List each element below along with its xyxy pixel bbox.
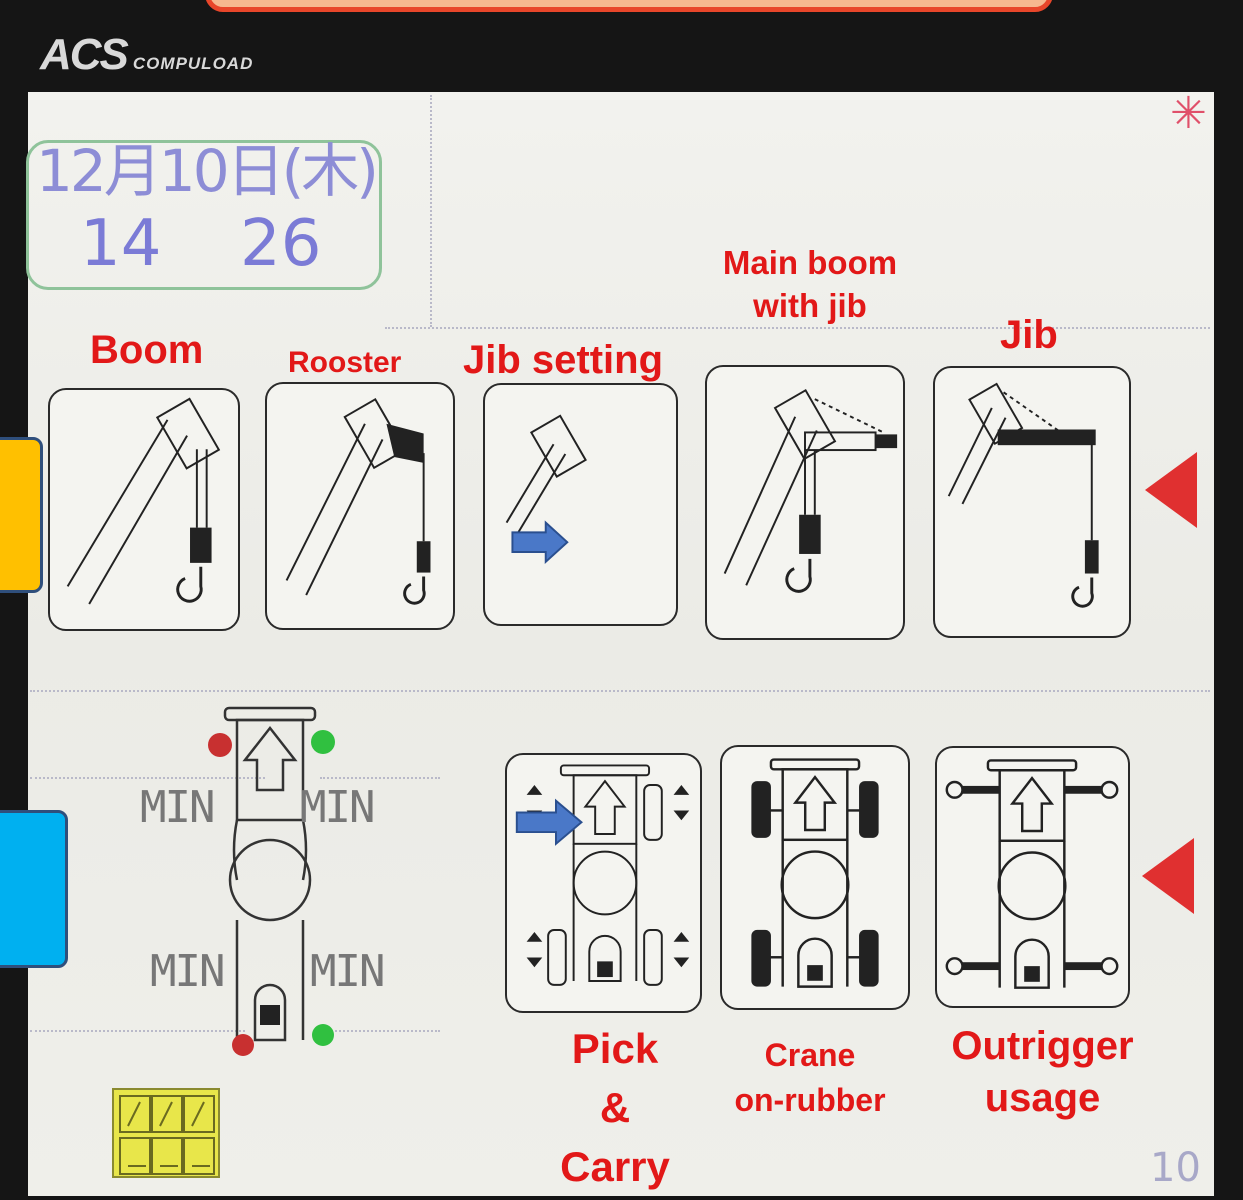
grid-divider-vertical: [430, 95, 432, 327]
mode-button-rooster[interactable]: [265, 382, 455, 630]
label-boom: Boom: [90, 328, 204, 372]
outrigger-extended-fr-icon: [311, 730, 335, 754]
grid-divider-middle: [30, 690, 1210, 692]
row-selector-boom-icon[interactable]: [1145, 452, 1197, 528]
label-outrigger-usage: Outrigger usage: [951, 1024, 1134, 1120]
carrier-topview-icon: [208, 706, 335, 1056]
outrigger-status-diagram: [205, 700, 345, 1060]
label-jib-setting: Jib setting: [463, 338, 664, 382]
asterisk-icon: ✳: [1170, 89, 1207, 138]
jib-setting-icon: [505, 414, 587, 565]
mode-button-main-boom-with-jib[interactable]: [705, 365, 905, 640]
jib-hook-icon: [947, 382, 1099, 608]
mode-button-jib-setting[interactable]: [483, 383, 678, 626]
outrigger-retracted-fl-icon: [208, 733, 232, 757]
row-selector-carrier-icon[interactable]: [1142, 838, 1194, 914]
outrigger-usage-icon: [945, 759, 1119, 989]
label-crane-on-rubber: Crane on-rubber: [734, 1037, 886, 1118]
hour-text: 14: [80, 207, 162, 281]
label-jib: Jib: [1000, 313, 1058, 357]
outrigger-front-right-status: MIN: [300, 782, 375, 833]
brand-name: ACS: [40, 30, 129, 79]
mode-button-pick-and-carry[interactable]: [505, 753, 702, 1013]
label-rooster: Rooster: [288, 346, 402, 379]
mode-button-crane-on-rubber[interactable]: [720, 745, 910, 1010]
selection-arrow-icon: [515, 798, 583, 846]
brand-subtitle: COMPULOAD: [132, 54, 254, 73]
mode-button-boom[interactable]: [48, 388, 240, 631]
work-mode-grid-icon: [119, 1095, 215, 1175]
rooster-sheave-icon: [285, 397, 431, 605]
outrigger-retracted-rl-icon: [232, 1034, 254, 1056]
label-pick-and-carry: Pick & Carry: [560, 1025, 670, 1190]
work-mode-menu-button[interactable]: [112, 1088, 220, 1178]
crane-on-rubber-icon: [751, 758, 879, 988]
page-number: 10: [1150, 1145, 1201, 1191]
outrigger-rear-left-status: MIN: [150, 946, 225, 997]
outrigger-rear-right-status: MIN: [310, 946, 385, 997]
mode-button-jib[interactable]: [933, 366, 1131, 638]
date-text: 12月10日(木): [36, 137, 379, 205]
mode-button-outrigger-usage[interactable]: [935, 746, 1130, 1008]
pick-and-carry-icon: [515, 764, 690, 986]
boom-hook-icon: [66, 397, 221, 605]
top-callout-banner: [205, 0, 1053, 12]
label-main-boom-with-jib: Main boom with jib: [722, 244, 898, 324]
outrigger-extended-rr-icon: [312, 1024, 334, 1046]
outrigger-front-left-status: MIN: [140, 782, 215, 833]
minute-text: 26: [240, 207, 322, 281]
main-boom-with-jib-icon: [723, 388, 898, 593]
side-callout-blue: [0, 810, 68, 968]
brand-logo: ACS COMPULOAD: [40, 30, 253, 80]
side-callout-yellow: [0, 437, 43, 593]
